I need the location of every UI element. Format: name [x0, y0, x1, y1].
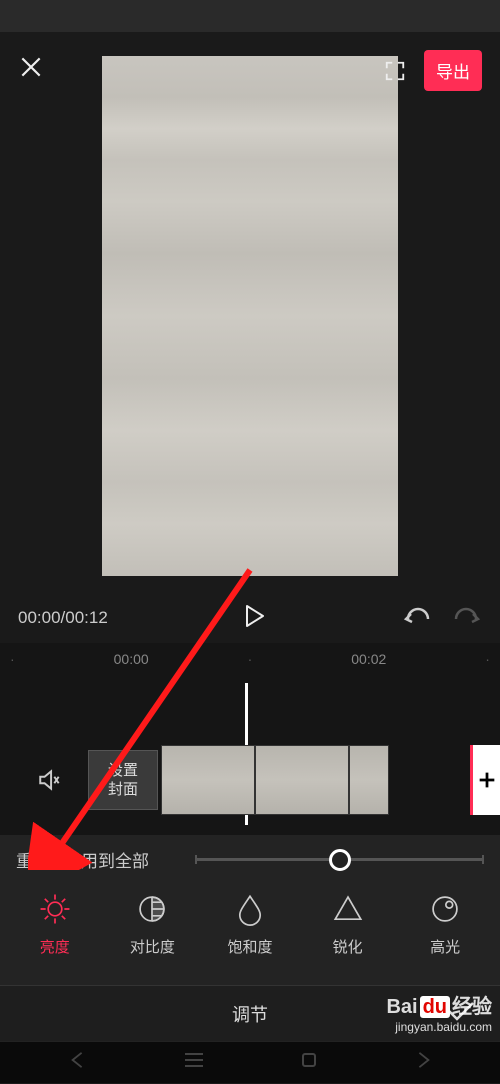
clip-thumbnail[interactable]	[255, 745, 349, 815]
nav-recent[interactable]	[184, 1052, 204, 1073]
timeline[interactable]: · 00:00 · 00:02 · 设置封面	[0, 643, 500, 835]
nav-home-icon	[301, 1052, 317, 1068]
undo-icon	[402, 605, 430, 627]
close-button[interactable]	[18, 54, 44, 88]
play-bar: 00:00/00:12	[0, 593, 500, 643]
adjust-option-brightness[interactable]: 亮度	[15, 892, 95, 957]
adjust-option-label: 饱和度	[227, 936, 272, 957]
adjust-option-label: 高光	[430, 936, 460, 957]
apply-all-button[interactable]: 应用到全部	[64, 847, 149, 872]
adjust-panel: 重置 应用到全部 亮度 对比度	[0, 835, 500, 985]
droplet-icon	[233, 892, 267, 926]
redo-icon	[454, 605, 482, 627]
adjust-option-highlight[interactable]: 高光	[405, 892, 485, 957]
adjust-option-label: 对比度	[130, 936, 175, 957]
set-cover-button[interactable]: 设置封面	[88, 750, 158, 810]
clip-track[interactable]	[161, 745, 389, 815]
speaker-icon	[37, 767, 63, 793]
status-bar	[0, 0, 500, 32]
play-button[interactable]	[244, 604, 266, 633]
time-label: 00:00/00:12	[18, 608, 108, 628]
adjust-option-saturation[interactable]: 饱和度	[210, 892, 290, 957]
nav-menu-icon	[414, 1051, 432, 1069]
nav-menu[interactable]	[414, 1051, 432, 1074]
close-icon	[18, 54, 44, 80]
adjust-option-label: 锐化	[333, 936, 363, 957]
undo-button[interactable]	[402, 605, 430, 632]
nav-home[interactable]	[301, 1052, 317, 1073]
timeline-tick: 00:02	[339, 651, 399, 667]
add-clip-button[interactable]	[470, 745, 500, 815]
nav-back-icon	[69, 1051, 87, 1069]
set-cover-label: 设置封面	[103, 761, 143, 800]
nav-back[interactable]	[69, 1051, 87, 1074]
system-nav-bar	[0, 1041, 500, 1083]
panel-title: 调节	[232, 1001, 268, 1027]
brightness-icon	[38, 892, 72, 926]
video-preview[interactable]	[102, 56, 398, 576]
export-button[interactable]: 导出	[424, 50, 482, 91]
reset-button[interactable]: 重置	[16, 847, 50, 872]
adjust-option-sharpen[interactable]: 锐化	[308, 892, 388, 957]
clip-thumbnail[interactable]	[161, 745, 255, 815]
triangle-icon	[331, 892, 365, 926]
fullscreen-button[interactable]	[384, 60, 406, 82]
timeline-tick: 00:00	[101, 651, 161, 667]
adjust-slider[interactable]	[195, 858, 484, 861]
adjust-option-label: 亮度	[40, 936, 70, 957]
video-preview-area	[0, 38, 500, 593]
nav-recent-icon	[184, 1052, 204, 1068]
plus-icon	[476, 769, 498, 791]
watermark: Baidu经验 jingyan.baidu.com	[386, 994, 492, 1036]
redo-button[interactable]	[454, 605, 482, 632]
adjust-option-contrast[interactable]: 对比度	[112, 892, 192, 957]
highlight-icon	[428, 892, 462, 926]
mute-button[interactable]	[20, 767, 80, 793]
contrast-icon	[135, 892, 169, 926]
fullscreen-icon	[384, 60, 406, 82]
slider-thumb[interactable]	[329, 849, 351, 871]
play-icon	[244, 604, 266, 628]
clip-thumbnail[interactable]	[349, 745, 389, 815]
timeline-ruler: · 00:00 · 00:02 ·	[0, 651, 500, 667]
top-bar: 导出	[0, 38, 500, 103]
